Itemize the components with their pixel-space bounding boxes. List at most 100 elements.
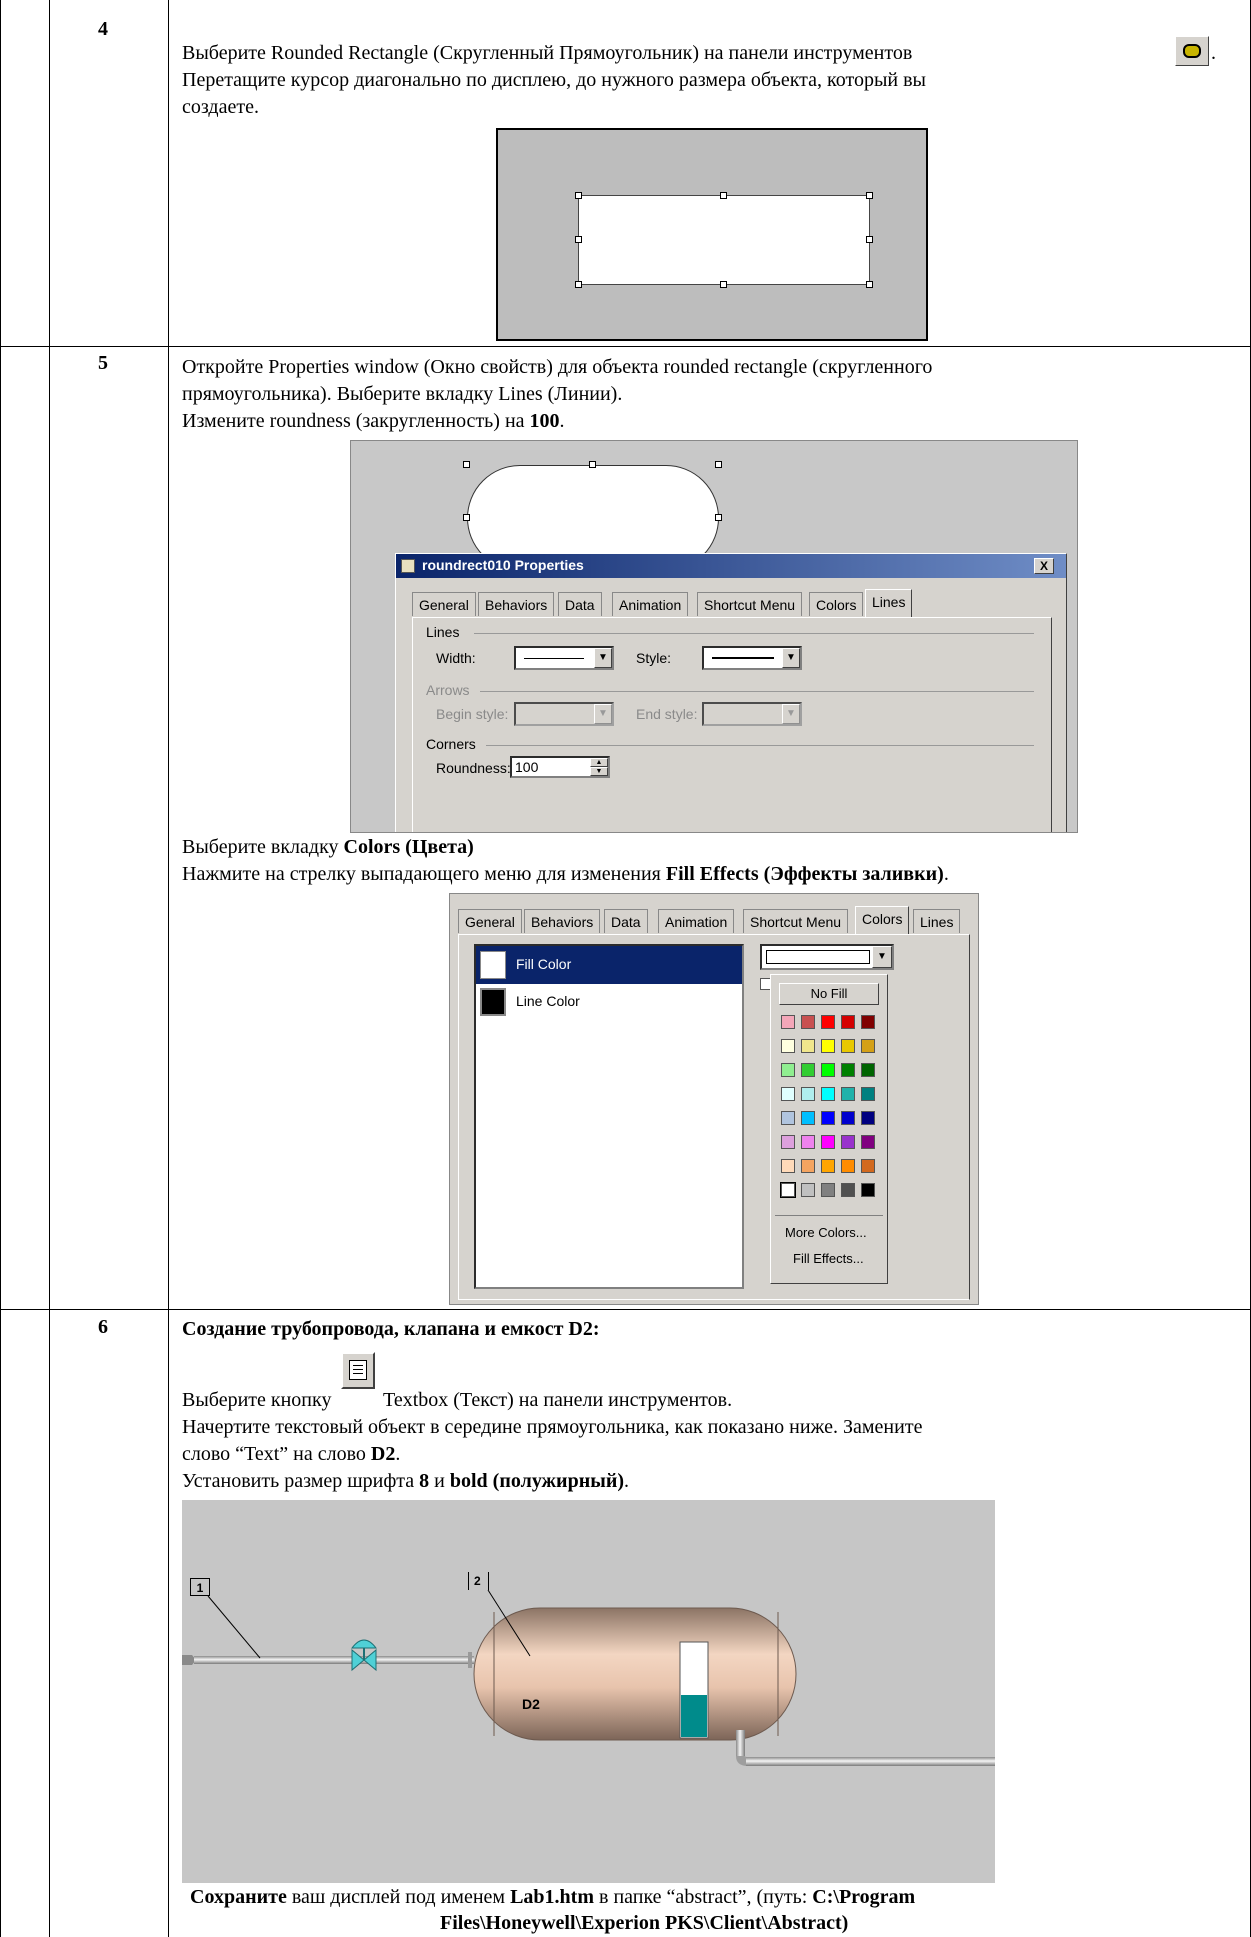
tab-data[interactable]: Data <box>604 909 648 933</box>
color-swatch[interactable] <box>841 1087 855 1101</box>
style-select[interactable]: ▼ <box>702 646 802 670</box>
group-divider <box>474 633 1034 634</box>
spin-up-button[interactable]: ▲ <box>590 758 608 767</box>
color-swatch[interactable] <box>801 1039 815 1053</box>
rounded-rect-tool-icon[interactable] <box>1175 36 1209 66</box>
selection-handle[interactable] <box>720 192 727 199</box>
color-swatch[interactable] <box>801 1135 815 1149</box>
row6-line4-b1: 8 <box>419 1470 430 1492</box>
dropdown-button[interactable]: ▼ <box>594 648 612 668</box>
tab-general[interactable]: General <box>458 909 522 933</box>
tab-general[interactable]: General <box>412 592 476 616</box>
color-swatch[interactable] <box>801 1015 815 1029</box>
color-swatch[interactable] <box>841 1111 855 1125</box>
roundness-value[interactable]: 100 <box>515 759 538 775</box>
dropdown-button[interactable]: ▼ <box>594 704 612 724</box>
color-swatch[interactable] <box>781 1063 795 1077</box>
color-swatch[interactable] <box>841 1159 855 1173</box>
dropdown-button[interactable]: ▼ <box>782 648 800 668</box>
color-swatch[interactable] <box>781 1135 795 1149</box>
selection-handle[interactable] <box>866 192 873 199</box>
tab-shortcut-menu[interactable]: Shortcut Menu <box>743 909 849 933</box>
color-swatch[interactable] <box>781 1087 795 1101</box>
selection-handle[interactable] <box>720 281 727 288</box>
color-swatch[interactable] <box>801 1183 815 1197</box>
color-swatch[interactable] <box>841 1039 855 1053</box>
color-swatch[interactable] <box>801 1159 815 1173</box>
tab-lines[interactable]: Lines <box>913 909 961 933</box>
color-swatch[interactable] <box>801 1111 815 1125</box>
no-fill-button[interactable]: No Fill <box>779 983 879 1005</box>
tab-animation[interactable]: Animation <box>658 909 735 933</box>
group-divider <box>480 691 1034 692</box>
dropdown-button[interactable]: ▼ <box>782 704 800 724</box>
selection-handle[interactable] <box>575 281 582 288</box>
color-swatch[interactable] <box>841 1063 855 1077</box>
tab-data[interactable]: Data <box>558 592 602 616</box>
color-swatch[interactable] <box>821 1063 835 1077</box>
color-swatch[interactable] <box>801 1087 815 1101</box>
row-divider-2 <box>0 1309 1251 1310</box>
row5-line3-post: . <box>559 410 565 432</box>
color-swatch[interactable] <box>861 1039 875 1053</box>
color-swatch[interactable] <box>821 1087 835 1101</box>
selection-handle[interactable] <box>866 281 873 288</box>
list-item-fill-color[interactable]: Fill Color <box>476 946 742 984</box>
begin-style-select[interactable]: ▼ <box>514 702 614 726</box>
dropdown-button[interactable]: ▼ <box>872 946 892 968</box>
color-swatch[interactable] <box>801 1063 815 1077</box>
tab-behaviors[interactable]: Behaviors <box>478 592 555 616</box>
color-swatch[interactable] <box>861 1063 875 1077</box>
color-swatch[interactable] <box>781 1159 795 1173</box>
color-swatch[interactable] <box>821 1039 835 1053</box>
close-button[interactable]: X <box>1034 558 1054 574</box>
color-swatch[interactable] <box>841 1183 855 1197</box>
selection-handle[interactable] <box>589 461 596 468</box>
color-swatch[interactable] <box>861 1183 875 1197</box>
tab-colors[interactable]: Colors <box>809 592 864 616</box>
color-swatch[interactable] <box>821 1015 835 1029</box>
tab-lines[interactable]: Lines <box>865 589 913 617</box>
color-select[interactable]: ▼ <box>760 944 894 970</box>
list-item-line-color[interactable]: Line Color <box>476 984 742 1020</box>
end-style-select[interactable]: ▼ <box>702 702 802 726</box>
color-swatch[interactable] <box>841 1015 855 1029</box>
tab-colors[interactable]: Colors <box>855 906 910 934</box>
fill-effects-item[interactable]: Fill Effects... <box>793 1251 864 1266</box>
tank-label-d2[interactable]: D2 <box>522 1696 540 1712</box>
color-swatch[interactable] <box>861 1111 875 1125</box>
selection-handle[interactable] <box>866 236 873 243</box>
textbox-tool-icon[interactable] <box>341 1352 375 1389</box>
tab-shortcut-menu[interactable]: Shortcut Menu <box>697 592 803 616</box>
color-swatch[interactable] <box>861 1159 875 1173</box>
row6-line3-post: . <box>395 1443 401 1465</box>
color-swatch[interactable] <box>781 1111 795 1125</box>
color-swatch[interactable] <box>861 1135 875 1149</box>
color-swatch[interactable] <box>821 1135 835 1149</box>
color-swatch[interactable] <box>781 1039 795 1053</box>
color-swatch[interactable] <box>781 1015 795 1029</box>
selection-handle[interactable] <box>715 461 722 468</box>
color-swatch[interactable] <box>861 1015 875 1029</box>
color-swatch[interactable] <box>841 1135 855 1149</box>
properties-title: roundrect010 Properties <box>422 557 584 573</box>
color-swatch[interactable] <box>821 1111 835 1125</box>
selection-handle[interactable] <box>575 192 582 199</box>
selection-handle[interactable] <box>463 514 470 521</box>
selection-handle[interactable] <box>715 514 722 521</box>
color-swatch[interactable] <box>780 1182 796 1198</box>
tab-behaviors[interactable]: Behaviors <box>524 909 601 933</box>
selection-handle[interactable] <box>463 461 470 468</box>
group-divider <box>486 745 1034 746</box>
selection-handle[interactable] <box>575 236 582 243</box>
more-colors-item[interactable]: More Colors... <box>785 1225 867 1240</box>
roundness-stepper[interactable]: 100 ▲ ▼ <box>510 756 610 778</box>
color-swatch[interactable] <box>821 1159 835 1173</box>
color-swatch[interactable] <box>861 1087 875 1101</box>
color-swatch[interactable] <box>821 1183 835 1197</box>
row6-line1: Выберите кнопку <box>182 1387 331 1413</box>
spin-down-button[interactable]: ▼ <box>590 767 608 776</box>
width-select[interactable]: ▼ <box>514 646 614 670</box>
outlet-pipe <box>746 1757 995 1766</box>
tab-animation[interactable]: Animation <box>612 592 689 616</box>
